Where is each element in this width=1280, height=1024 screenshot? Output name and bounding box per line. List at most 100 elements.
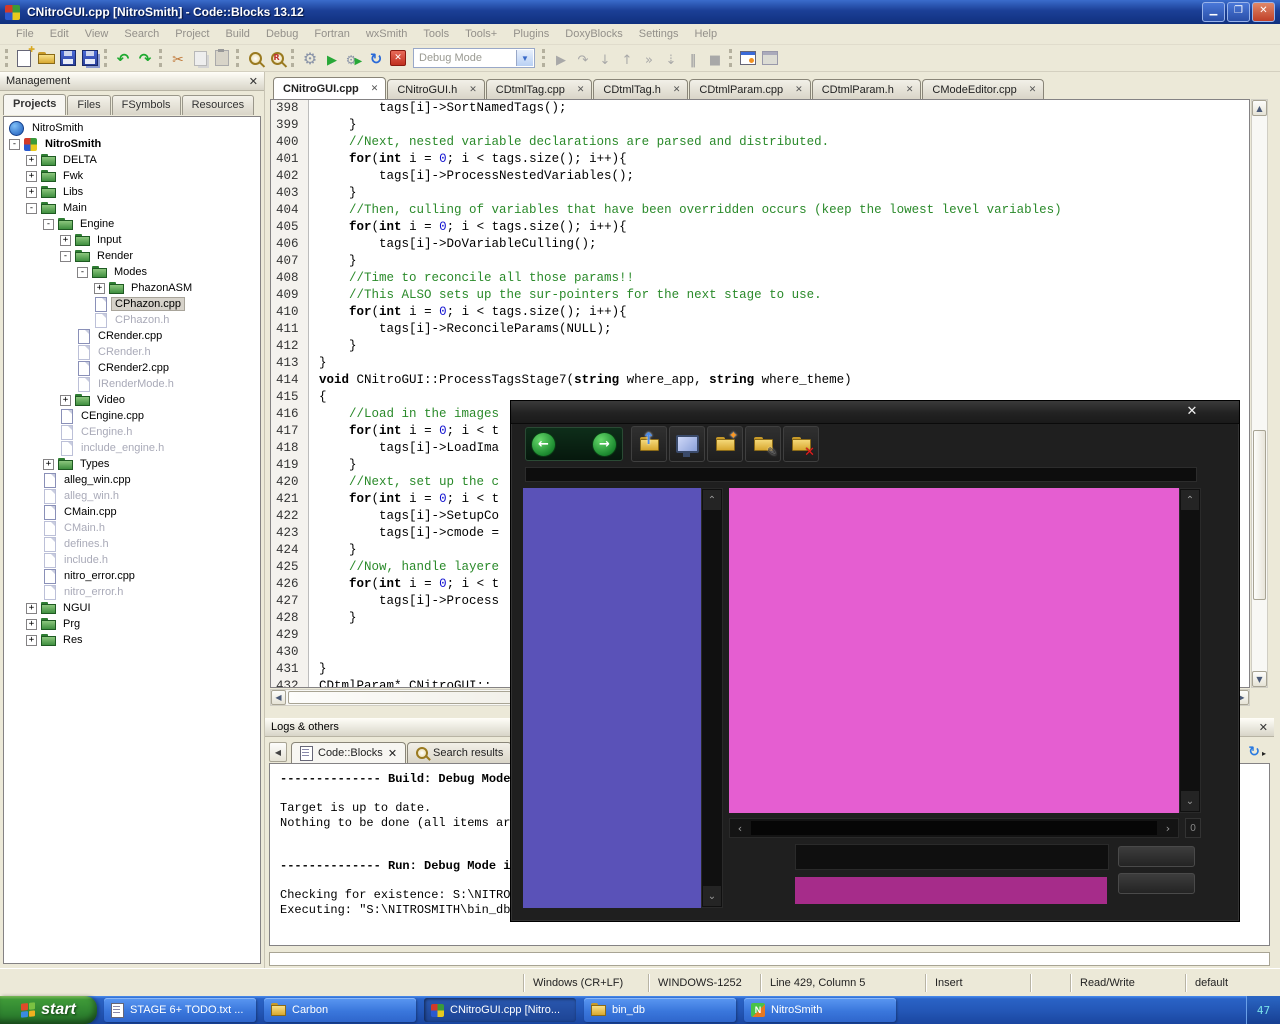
app-action-button-2[interactable] — [1118, 873, 1195, 894]
tree-item-crender-h[interactable]: CRender.h — [4, 344, 260, 360]
tree-item-alleg-win-cpp[interactable]: alleg_win.cpp — [4, 472, 260, 488]
tree-item-cengine-cpp[interactable]: CEngine.cpp — [4, 408, 260, 424]
tree-item-include-h[interactable]: include.h — [4, 552, 260, 568]
left-panel-scrollbar[interactable]: ⌃ ⌄ — [701, 488, 723, 908]
run-icon[interactable] — [327, 49, 337, 68]
tree-item-cphazon-cpp[interactable]: CPhazon.cpp — [4, 296, 260, 312]
menu-build[interactable]: Build — [217, 25, 257, 43]
various-info-icon[interactable] — [762, 51, 778, 65]
tab-files[interactable]: Files — [67, 95, 110, 115]
scroll-down-icon[interactable]: ▼ — [1252, 671, 1267, 687]
scroll-right-icon[interactable]: › — [1158, 822, 1178, 835]
tree-item-types[interactable]: +Types — [4, 456, 260, 472]
menu-settings[interactable]: Settings — [631, 25, 687, 43]
close-tab-icon[interactable]: ✕ — [388, 747, 397, 760]
delete-folder-icon[interactable]: ✕ — [783, 426, 819, 462]
menu-file[interactable]: File — [8, 25, 42, 43]
hscroll-track[interactable] — [751, 821, 1157, 835]
build-icon[interactable] — [303, 49, 317, 68]
expander-minus-icon[interactable]: - — [77, 267, 88, 278]
tree-item-alleg-win-h[interactable]: alleg_win.h — [4, 488, 260, 504]
menu-wxsmith[interactable]: wxSmith — [358, 25, 416, 43]
expander-minus-icon[interactable]: - — [9, 139, 20, 150]
undo-icon[interactable] — [117, 49, 130, 68]
expander-plus-icon[interactable]: + — [94, 283, 105, 294]
preview-panel[interactable] — [729, 488, 1179, 813]
task-bin-db[interactable]: bin_db — [584, 998, 736, 1022]
tab-code-blocks[interactable]: Code::Blocks✕ — [291, 742, 406, 763]
tree-item-crender2-cpp[interactable]: CRender2.cpp — [4, 360, 260, 376]
app-action-button-1[interactable] — [1118, 846, 1195, 867]
tree-item-nitro-error-cpp[interactable]: nitro_error.cpp — [4, 568, 260, 584]
left-list-panel[interactable] — [523, 488, 701, 908]
tree-item-res[interactable]: +Res — [4, 632, 260, 648]
address-bar[interactable] — [525, 467, 1197, 482]
build-target-select[interactable]: Debug Mode▼ — [413, 48, 535, 68]
next-instruction-icon[interactable] — [645, 49, 653, 68]
chevron-down-icon[interactable]: ▼ — [516, 50, 533, 66]
toolbar-grip[interactable] — [729, 49, 732, 67]
tab-cmodeeditor-cpp[interactable]: CModeEditor.cpp✕ — [922, 79, 1044, 99]
scroll-up-icon[interactable]: ▲ — [1252, 100, 1267, 116]
tree-item-include-engine-h[interactable]: include_engine.h — [4, 440, 260, 456]
debug-run-icon[interactable] — [556, 49, 566, 68]
scroll-up-icon[interactable]: ⌃ — [703, 490, 721, 510]
tree-item-cmain-h[interactable]: CMain.h — [4, 520, 260, 536]
tab-search-results[interactable]: Search results — [407, 742, 512, 763]
tree-item-video[interactable]: +Video — [4, 392, 260, 408]
scroll-up-icon[interactable]: ⌃ — [1181, 490, 1199, 510]
cut-icon[interactable] — [172, 49, 184, 68]
tab-projects[interactable]: Projects — [3, 94, 66, 115]
tree-item-fwk[interactable]: +Fwk — [4, 168, 260, 184]
tab-cdtmltag-cpp[interactable]: CDtmlTag.cpp✕ — [486, 79, 593, 99]
vscroll-thumb[interactable] — [1253, 430, 1266, 600]
close-tab-icon[interactable]: ✕ — [577, 85, 585, 95]
step-out-icon[interactable] — [622, 49, 633, 68]
scroll-left-icon[interactable]: ‹ — [730, 822, 750, 835]
pause-debugger-icon[interactable] — [690, 49, 697, 68]
tree-item-crender-cpp[interactable]: CRender.cpp — [4, 328, 260, 344]
step-into-instruction-icon[interactable] — [666, 49, 677, 68]
tab-cnitrogui-h[interactable]: CNitroGUI.h✕ — [387, 79, 484, 99]
toolbar-grip[interactable] — [236, 49, 239, 67]
tree-item-cengine-h[interactable]: CEngine.h — [4, 424, 260, 440]
expander-minus-icon[interactable]: - — [43, 219, 54, 230]
tab-cnitrogui-cpp[interactable]: CNitroGUI.cpp✕ — [273, 77, 386, 99]
tree-item-input[interactable]: +Input — [4, 232, 260, 248]
task-stage-6-todo-txt[interactable]: STAGE 6+ TODO.txt ... — [104, 998, 256, 1022]
tab-cdtmlparam-cpp[interactable]: CDtmlParam.cpp✕ — [689, 79, 810, 99]
tree-item-cphazon-h[interactable]: CPhazon.h — [4, 312, 260, 328]
tree-item-delta[interactable]: +DELTA — [4, 152, 260, 168]
expander-plus-icon[interactable]: + — [60, 235, 71, 246]
expander-plus-icon[interactable]: + — [43, 459, 54, 470]
new-file-icon[interactable] — [17, 50, 31, 67]
restore-button[interactable]: ❐ — [1227, 2, 1250, 22]
new-folder-icon[interactable]: ✦ — [707, 426, 743, 462]
back-icon[interactable]: ← — [531, 432, 556, 457]
menu-debug[interactable]: Debug — [258, 25, 306, 43]
tree-item-render[interactable]: -Render — [4, 248, 260, 264]
menu-view[interactable]: View — [77, 25, 117, 43]
save-icon[interactable] — [60, 50, 76, 66]
tree-item-engine[interactable]: -Engine — [4, 216, 260, 232]
tabs-scroll-left-icon[interactable]: ◀ — [269, 742, 287, 762]
forward-icon[interactable]: → — [592, 432, 617, 457]
build-and-run-icon[interactable] — [346, 49, 362, 68]
menu-fortran[interactable]: Fortran — [306, 25, 357, 43]
tree-item-nitrosmith[interactable]: -NitroSmith — [4, 136, 260, 152]
expander-plus-icon[interactable]: + — [26, 635, 37, 646]
tree-item-prg[interactable]: +Prg — [4, 616, 260, 632]
refresh-icon[interactable]: ↻ — [1248, 744, 1266, 760]
stop-debugger-icon[interactable] — [709, 49, 721, 68]
logs-close-icon[interactable]: ✕ — [1259, 721, 1268, 734]
computer-icon[interactable] — [669, 426, 705, 462]
expander-plus-icon[interactable]: + — [26, 619, 37, 630]
menu-doxyblocks[interactable]: DoxyBlocks — [557, 25, 630, 43]
expander-minus-icon[interactable]: - — [60, 251, 71, 262]
start-button[interactable]: start — [0, 996, 97, 1024]
close-tab-icon[interactable]: ✕ — [906, 85, 914, 95]
expander-plus-icon[interactable]: + — [26, 155, 37, 166]
scroll-down-icon[interactable]: ⌄ — [703, 886, 721, 906]
tab-fsymbols[interactable]: FSymbols — [112, 95, 181, 115]
copy-icon[interactable] — [194, 51, 207, 66]
